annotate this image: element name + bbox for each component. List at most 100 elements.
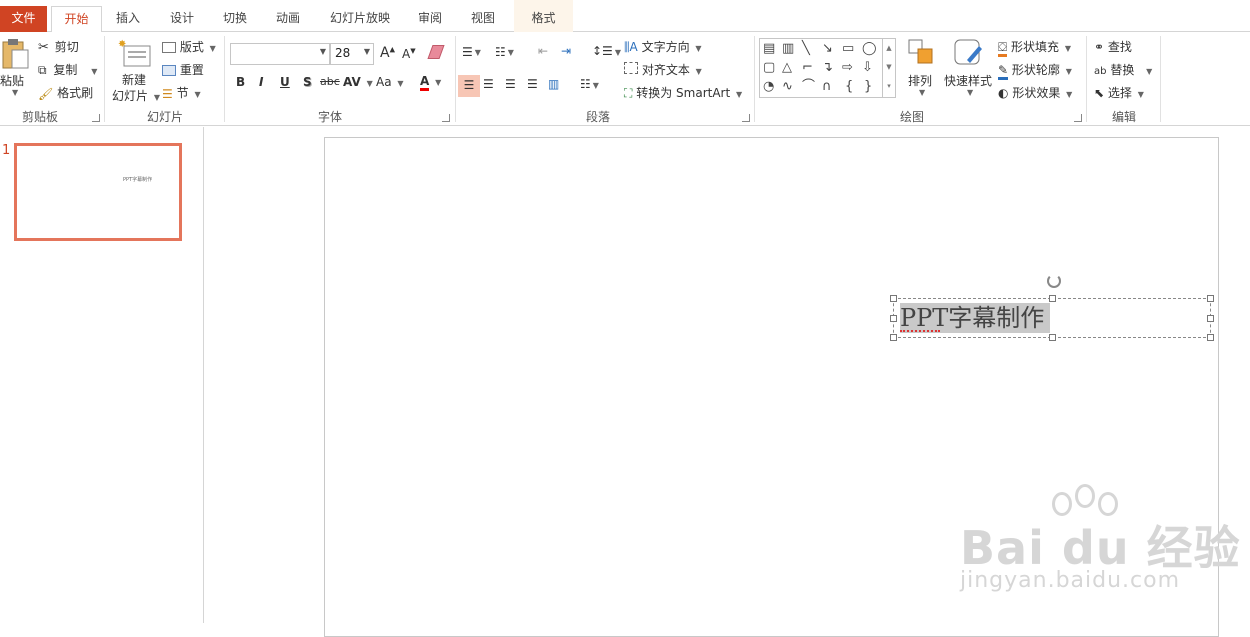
distribute-button[interactable]: ▥	[548, 77, 559, 91]
section-button[interactable]: ☰ 节 ▼	[162, 84, 201, 101]
gallery-more-icon[interactable]: ▾	[883, 77, 895, 96]
align-left-button[interactable]: ☰	[458, 75, 480, 97]
font-group-label: 字体	[317, 110, 342, 124]
vertical-text-box-shape-icon[interactable]: ▥	[782, 40, 794, 58]
tab-transitions[interactable]: 切换	[213, 6, 257, 32]
font-name-combo[interactable]: ▼	[230, 43, 330, 65]
change-case-label: Aa	[376, 75, 392, 89]
gallery-down-icon[interactable]: ▼	[883, 58, 895, 77]
triangle-shape-icon[interactable]: △	[782, 59, 792, 77]
left-brace-shape-icon[interactable]: {	[845, 78, 853, 96]
copy-button[interactable]: ⧉ 复制 ▼	[38, 61, 97, 78]
resize-handle-top-left[interactable]	[890, 295, 897, 302]
new-slide-label-line2: 幻灯片	[112, 89, 149, 103]
tab-animations[interactable]: 动画	[266, 6, 310, 32]
replace-button[interactable]: ab 替换 ▼	[1094, 61, 1152, 78]
scribble-shape-icon[interactable]: ∿	[782, 78, 793, 96]
down-arrow-shape-icon[interactable]: ⇩	[862, 59, 873, 77]
new-slide-button[interactable]: ✸ 新建 幻灯片 ▼	[110, 38, 160, 104]
text-box-shape-icon[interactable]: ▤	[763, 40, 775, 58]
tab-design[interactable]: 设计	[160, 6, 204, 32]
resize-handle-bottom[interactable]	[1049, 334, 1056, 341]
right-arrow-shape-icon[interactable]: ⇨	[842, 59, 853, 77]
text-direction-button[interactable]: ⫼A 文字方向 ▼	[624, 38, 702, 55]
elbow-arrow-shape-icon[interactable]: ↴	[822, 59, 833, 77]
decrease-indent-button[interactable]: ⇤	[538, 44, 548, 58]
resize-handle-right[interactable]	[1207, 315, 1214, 322]
oval-shape-icon[interactable]: ◯	[862, 40, 877, 58]
bold-button[interactable]: B	[236, 75, 245, 89]
clipboard-dialog-launcher[interactable]	[92, 114, 100, 122]
paste-button[interactable]: 粘贴 ▼	[0, 38, 32, 104]
shape-outline-button[interactable]: ✎ 形状轮廓 ▼	[998, 61, 1072, 80]
tab-format[interactable]: 格式	[514, 0, 573, 32]
font-size-combo[interactable]: 28 ▼	[330, 43, 374, 65]
strikethrough-button[interactable]: abc	[320, 75, 340, 88]
convert-smartart-button[interactable]: ⛶ 转换为 SmartArt ▼	[624, 84, 742, 101]
clipboard-icon	[2, 39, 29, 69]
rotate-handle-icon[interactable]	[1047, 274, 1061, 288]
change-case-button[interactable]: Aa ▼	[376, 75, 404, 89]
format-painter-button[interactable]: 🖌 格式刷	[38, 84, 93, 101]
chevron-down-icon: ▼	[614, 48, 621, 57]
reset-button[interactable]: 重置	[162, 61, 204, 78]
curve-shape-icon[interactable]: ∩	[822, 78, 832, 96]
arrow-line-shape-icon[interactable]: ↘	[822, 40, 833, 58]
underline-button[interactable]: U	[280, 75, 290, 89]
grow-font-button[interactable]: A▲	[380, 45, 395, 61]
tab-home[interactable]: 开始	[51, 6, 102, 33]
clear-formatting-button[interactable]	[427, 44, 445, 59]
drawing-dialog-launcher[interactable]	[1074, 114, 1082, 122]
shrink-font-button[interactable]: A▼	[402, 47, 416, 61]
cut-button[interactable]: ✂ 剪切	[38, 38, 79, 55]
arc-shape-icon[interactable]: ⌒	[802, 78, 815, 96]
resize-handle-top-right[interactable]	[1207, 295, 1214, 302]
shape-effects-button[interactable]: ◐ 形状效果 ▼	[998, 84, 1072, 101]
quick-styles-button[interactable]: 快速样式 ▼	[943, 38, 995, 104]
resize-handle-left[interactable]	[890, 315, 897, 322]
tab-review[interactable]: 审阅	[408, 6, 452, 32]
line-shape-icon[interactable]: ╲	[802, 40, 810, 58]
numbering-button[interactable]: ☷ ▼	[495, 44, 514, 59]
paragraph-dialog-launcher[interactable]	[742, 114, 750, 122]
select-button[interactable]: ⬉ 选择 ▼	[1094, 84, 1144, 101]
character-spacing-button[interactable]: AV ▼	[343, 75, 373, 89]
slide-number: 1	[2, 143, 11, 158]
resize-handle-top[interactable]	[1049, 295, 1056, 302]
paint-bucket-icon: ⛋	[998, 40, 1008, 57]
align-center-button[interactable]: ☰	[483, 77, 494, 91]
shapes-gallery[interactable]: ▤ ▥ ╲ ↘ ▭ ◯ ▢ △ ⌐ ↴ ⇨ ⇩ ◔ ∿ ⌒ ∩ { } ▲ ▼ …	[759, 38, 896, 98]
tab-file[interactable]: 文件	[0, 6, 47, 32]
arrange-button[interactable]: 排列 ▼	[903, 38, 939, 104]
bullets-button[interactable]: ☰ ▼	[462, 44, 481, 59]
text-shadow-button[interactable]: S	[303, 75, 312, 89]
italic-button[interactable]: I	[259, 75, 263, 89]
line-spacing-button[interactable]: ↕☰ ▼	[592, 44, 621, 58]
justify-icon: ☰	[527, 77, 538, 91]
freeform-shape-icon[interactable]: ◔	[763, 78, 774, 96]
layout-button[interactable]: 版式 ▼	[162, 38, 216, 55]
right-brace-shape-icon[interactable]: }	[864, 78, 872, 96]
font-dialog-launcher[interactable]	[442, 114, 450, 122]
rounded-rectangle-shape-icon[interactable]: ▢	[763, 59, 775, 77]
increase-indent-button[interactable]: ⇥	[561, 44, 571, 58]
tab-slideshow[interactable]: 幻灯片放映	[322, 6, 398, 32]
shape-fill-button[interactable]: ⛋ 形状填充 ▼	[998, 38, 1071, 57]
tab-insert[interactable]: 插入	[106, 6, 150, 32]
resize-handle-bottom-right[interactable]	[1207, 334, 1214, 341]
tab-view[interactable]: 视图	[461, 6, 505, 32]
gallery-up-icon[interactable]: ▲	[883, 39, 895, 58]
columns-button[interactable]: ☷ ▼	[580, 77, 599, 91]
justify-button[interactable]: ☰	[527, 77, 538, 91]
align-right-button[interactable]: ☰	[505, 77, 516, 91]
gallery-scroll[interactable]: ▲ ▼ ▾	[882, 39, 895, 97]
slide-thumbnail[interactable]: PPT字幕制作	[14, 143, 182, 241]
font-color-button[interactable]: A ▼	[420, 74, 441, 91]
align-text-button[interactable]: 对齐文本 ▼	[624, 61, 702, 78]
find-button[interactable]: ⚭ 查找	[1094, 38, 1132, 55]
elbow-connector-shape-icon[interactable]: ⌐	[802, 59, 813, 77]
chevron-down-icon: ▼	[1137, 90, 1144, 99]
rectangle-shape-icon[interactable]: ▭	[842, 40, 854, 58]
resize-handle-bottom-left[interactable]	[890, 334, 897, 341]
selected-text-box[interactable]: PPT字幕制作	[890, 274, 1214, 341]
